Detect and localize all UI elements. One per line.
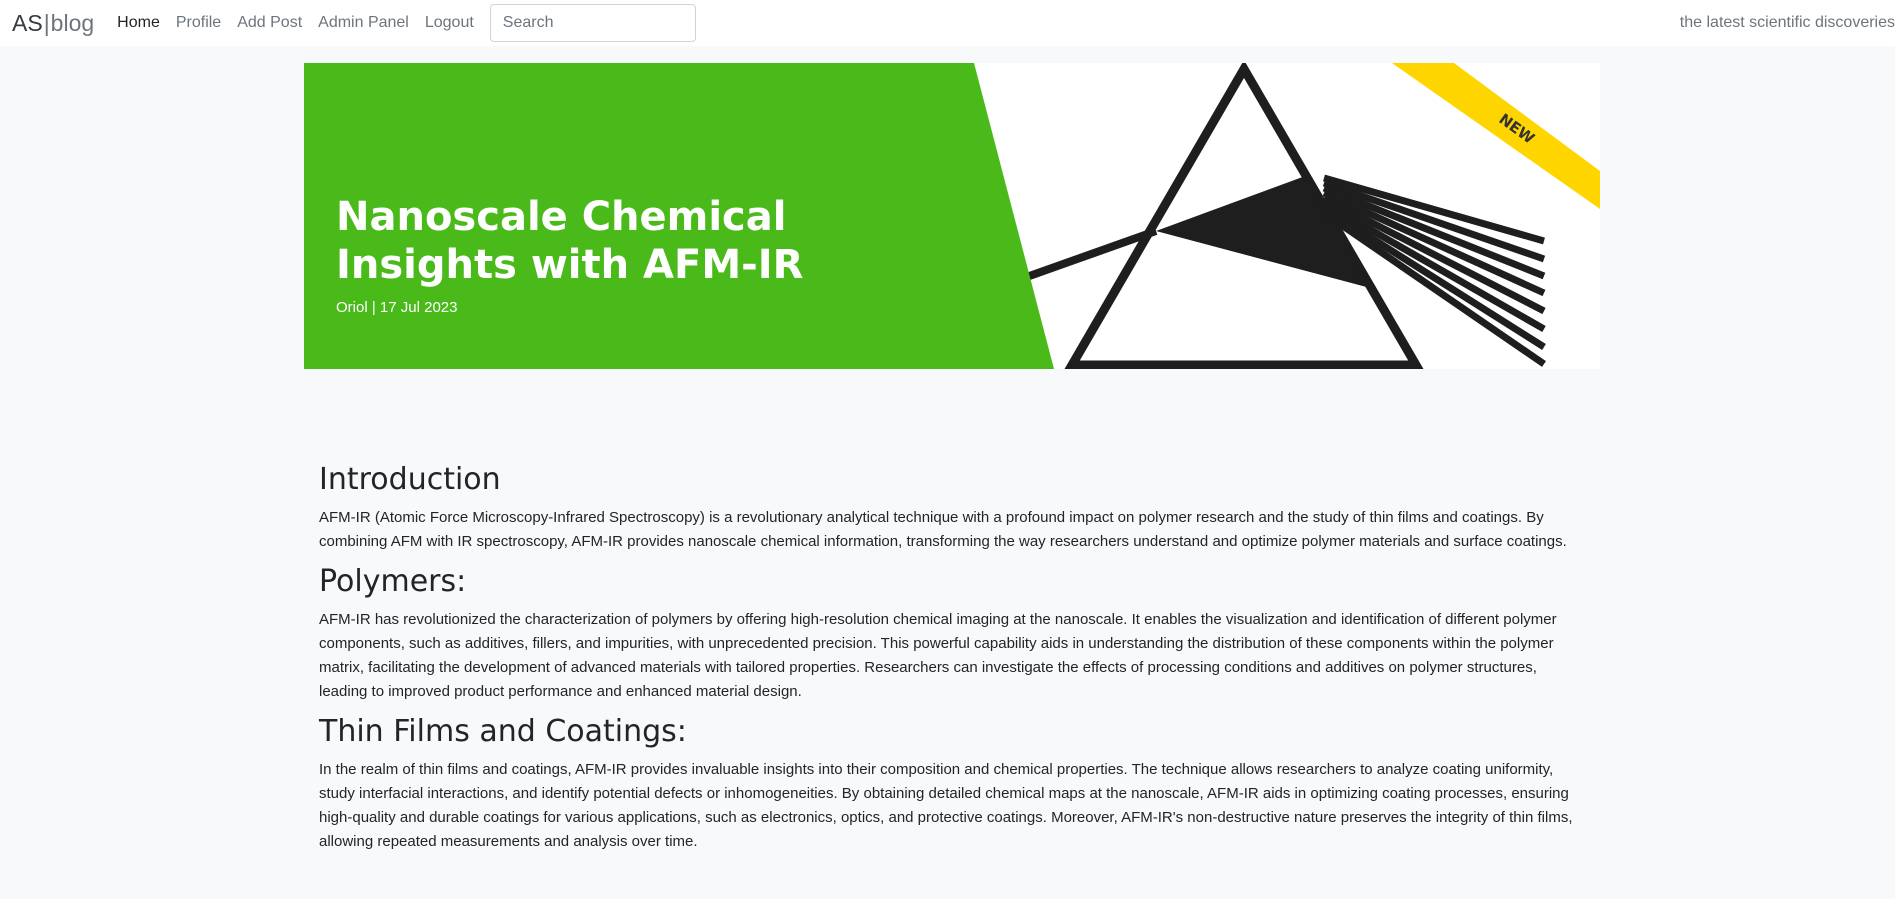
section-body-polymers: AFM-IR has revolutionized the characteri… [319,611,1557,700]
brand-light-text: blog [50,9,95,36]
section-body-introduction: AFM-IR (Atomic Force Microscopy-Infrared… [319,509,1567,550]
site-tagline: the latest scientific discoveries [1679,14,1895,31]
section-heading-introduction: Introduction [319,462,501,497]
top-navbar: AS | blog Home Profile Add Post Admin Pa… [0,0,1895,46]
section-heading-polymers: Polymers: [319,564,467,599]
nav-admin-panel-link[interactable]: Admin Panel [318,14,409,32]
post-meta: Oriol | 17 Jul 2023 [336,299,458,316]
brand-logo[interactable]: AS | blog [12,10,94,37]
search-input[interactable] [489,4,696,42]
article-body: Introduction AFM-IR (Atomic Force Micros… [319,462,1584,864]
nav-logout-link[interactable]: Logout [425,14,474,32]
section-heading-thin-films: Thin Films and Coatings: [319,714,687,749]
hero-banner[interactable]: NEW Nanoscale Chemical Insights with AFM… [304,63,1600,369]
section-body-thin-films: In the realm of thin films and coatings,… [319,761,1573,850]
nav-add-post-link[interactable]: Add Post [237,14,302,32]
nav-profile-link[interactable]: Profile [176,14,221,32]
nav-home-link[interactable]: Home [117,14,160,32]
brand-separator: | [43,9,50,36]
brand-strong-text: AS [12,9,43,36]
post-title: Nanoscale Chemical Insights with AFM-IR [336,194,804,288]
